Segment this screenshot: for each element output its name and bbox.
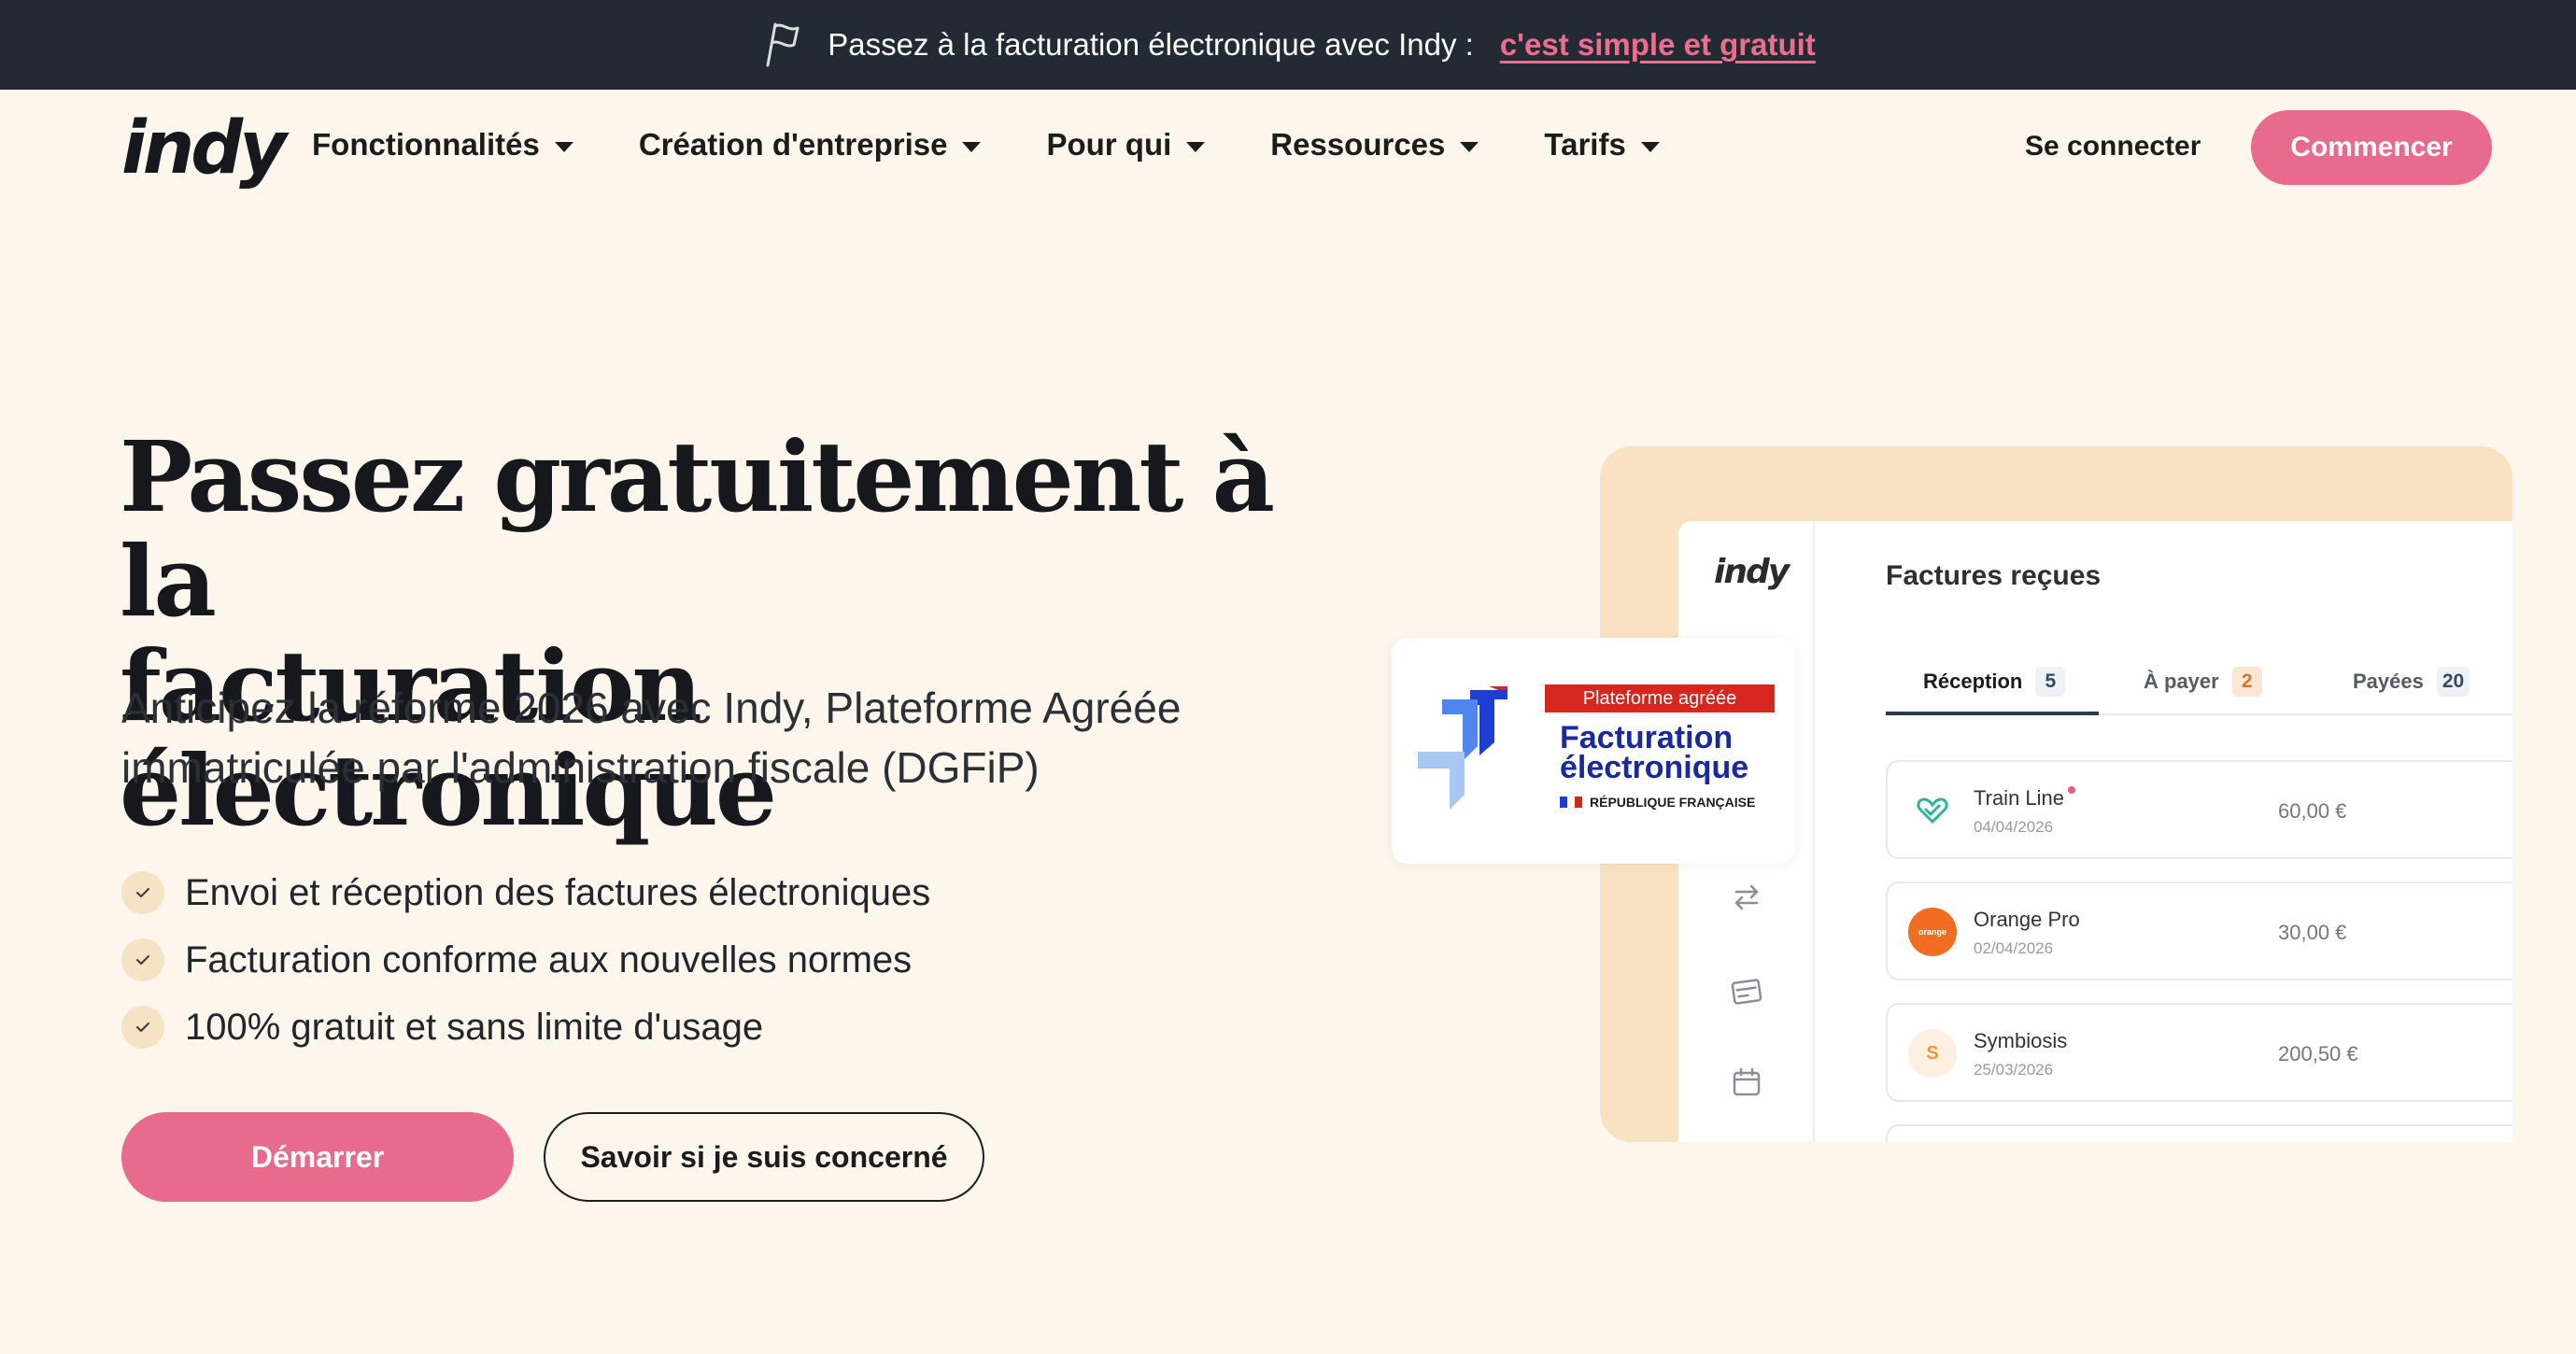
tab-a-payer[interactable]: À payer 2	[2144, 667, 2262, 697]
announcement-bar: Passez à la facturation électronique ave…	[0, 0, 2576, 90]
nav-item-label: Ressources	[1270, 127, 1446, 162]
main-nav: indy Fonctionnalités Création d'entrepri…	[0, 90, 2576, 206]
hero-subtitle-line2: immatriculée par l'administration fiscal…	[121, 743, 1040, 792]
badge-title-line2: électronique	[1560, 750, 1749, 785]
nav-item-pour-qui[interactable]: Pour qui	[1046, 127, 1206, 162]
caret-down-icon	[1186, 141, 1206, 152]
invoice-row[interactable]: S Symbiosis 25/03/2026 200,50 €	[1886, 1003, 2512, 1102]
nav-item-label: Pour qui	[1046, 127, 1172, 162]
invoice-row-partial	[1886, 1124, 2512, 1142]
feature-text: Envoi et réception des factures électron…	[185, 871, 931, 913]
invoice-name: Orange Pro	[1974, 908, 2080, 931]
feature-item: 100% gratuit et sans limite d'usage	[121, 994, 930, 1061]
symbiosis-logo-icon: S	[1908, 1029, 1957, 1078]
nav-item-label: Création d'entreprise	[638, 127, 948, 162]
commencer-button[interactable]: Commencer	[2251, 110, 2492, 185]
calendar-icon	[1733, 1067, 1761, 1096]
caret-down-icon	[962, 141, 982, 152]
caret-down-icon	[554, 141, 573, 152]
badge-title-line1: Facturation	[1560, 720, 1734, 755]
republique-francaise-mark: RÉPUBLIQUE FRANÇAISE	[1560, 795, 1755, 810]
invoice-amount: 30,00 €	[2278, 921, 2347, 944]
nav-item-label: Tarifs	[1544, 127, 1626, 162]
announcement-text: Passez à la facturation électronique ave…	[828, 27, 1474, 62]
tab-label: Réception	[1923, 670, 2023, 693]
invoice-name: Symbiosis	[1974, 1029, 2068, 1052]
feature-text: 100% gratuit et sans limite d'usage	[185, 1006, 764, 1048]
mockup-logo: indy	[1714, 553, 1790, 591]
nav-item-fonctionnalites[interactable]: Fonctionnalités	[312, 127, 573, 162]
caret-down-icon	[1640, 141, 1660, 152]
feature-item: Envoi et réception des factures électron…	[121, 859, 930, 926]
tab-reception[interactable]: Réception 5	[1923, 667, 2066, 697]
nav-menu: Fonctionnalités Création d'entreprise Po…	[312, 127, 1660, 162]
nav-item-creation-entreprise[interactable]: Création d'entreprise	[639, 127, 982, 162]
french-flag-icon	[1560, 797, 1582, 808]
mockup-tabs: Réception 5 À payer 2 Payées 20	[1886, 657, 2512, 715]
invoice-row[interactable]: Train Line 04/04/2026 60,00 €	[1886, 760, 2512, 859]
invoice-amount: 60,00 €	[2278, 799, 2347, 823]
indy-logo[interactable]: indy	[121, 106, 287, 190]
hero-subtitle: Anticipez la réforme 2026 avec Indy, Pla…	[121, 678, 1373, 797]
login-link[interactable]: Se connecter	[2025, 131, 2201, 162]
invoice-name-text: Train Line	[1974, 786, 2065, 810]
app-mockup: indy Factures reçues Réception 5 À payer…	[1678, 521, 2512, 1142]
tab-label: Payées	[2353, 670, 2424, 693]
announcement-link[interactable]: c'est simple et gratuit	[1500, 27, 1816, 63]
demarrer-button[interactable]: Démarrer	[121, 1112, 514, 1202]
invoice-amount: 200,50 €	[2278, 1042, 2358, 1065]
feature-list: Envoi et réception des factures électron…	[121, 859, 930, 1061]
nav-item-tarifs[interactable]: Tarifs	[1544, 127, 1660, 162]
tab-count-badge: 20	[2436, 667, 2470, 697]
invoice-name: Train Line	[1974, 786, 2076, 811]
feature-item: Facturation conforme aux nouvelles norme…	[121, 926, 930, 994]
feature-text: Facturation conforme aux nouvelles norme…	[185, 938, 913, 980]
card-icon	[1731, 979, 1762, 1005]
invoice-date: 02/04/2026	[1974, 939, 2054, 957]
tab-count-badge: 5	[2035, 667, 2066, 697]
check-icon	[121, 871, 164, 914]
check-icon	[121, 938, 164, 981]
hero-subtitle-line1: Anticipez la réforme 2026 avec Indy, Pla…	[121, 684, 1182, 732]
orange-logo-icon: orange	[1908, 908, 1957, 956]
plateforme-agreee-badge: Plateforme agréée Facturation électroniq…	[1392, 638, 1795, 864]
transfer-arrows-icon	[1734, 884, 1759, 910]
caret-down-icon	[1460, 141, 1479, 152]
flag-icon	[766, 22, 800, 67]
invoice-date: 25/03/2026	[1974, 1061, 2054, 1079]
tab-payees[interactable]: Payées 20	[2353, 667, 2470, 697]
nav-item-label: Fonctionnalités	[312, 127, 540, 162]
active-tab-indicator	[1886, 712, 2099, 715]
invoice-date: 04/04/2026	[1974, 818, 2054, 836]
badge-footer-text: RÉPUBLIQUE FRANÇAISE	[1590, 795, 1756, 810]
invoice-row[interactable]: orange Orange Pro 02/04/2026 30,00 €	[1886, 882, 2512, 980]
nav-item-ressources[interactable]: Ressources	[1270, 127, 1479, 162]
savoir-concerne-button[interactable]: Savoir si je suis concerné	[544, 1112, 984, 1202]
tab-count-badge: 2	[2231, 667, 2262, 697]
mockup-title: Factures reçues	[1886, 560, 2102, 591]
check-icon	[121, 1006, 164, 1049]
hero-title-line1: Passez gratuitement à la	[120, 419, 1275, 639]
trainline-logo-icon	[1908, 786, 1957, 835]
tab-label: À payer	[2144, 670, 2219, 693]
unread-dot	[2068, 786, 2076, 794]
facturation-arrows-logo-icon	[1418, 686, 1507, 810]
badge-ribbon: Plateforme agréée	[1545, 684, 1775, 712]
